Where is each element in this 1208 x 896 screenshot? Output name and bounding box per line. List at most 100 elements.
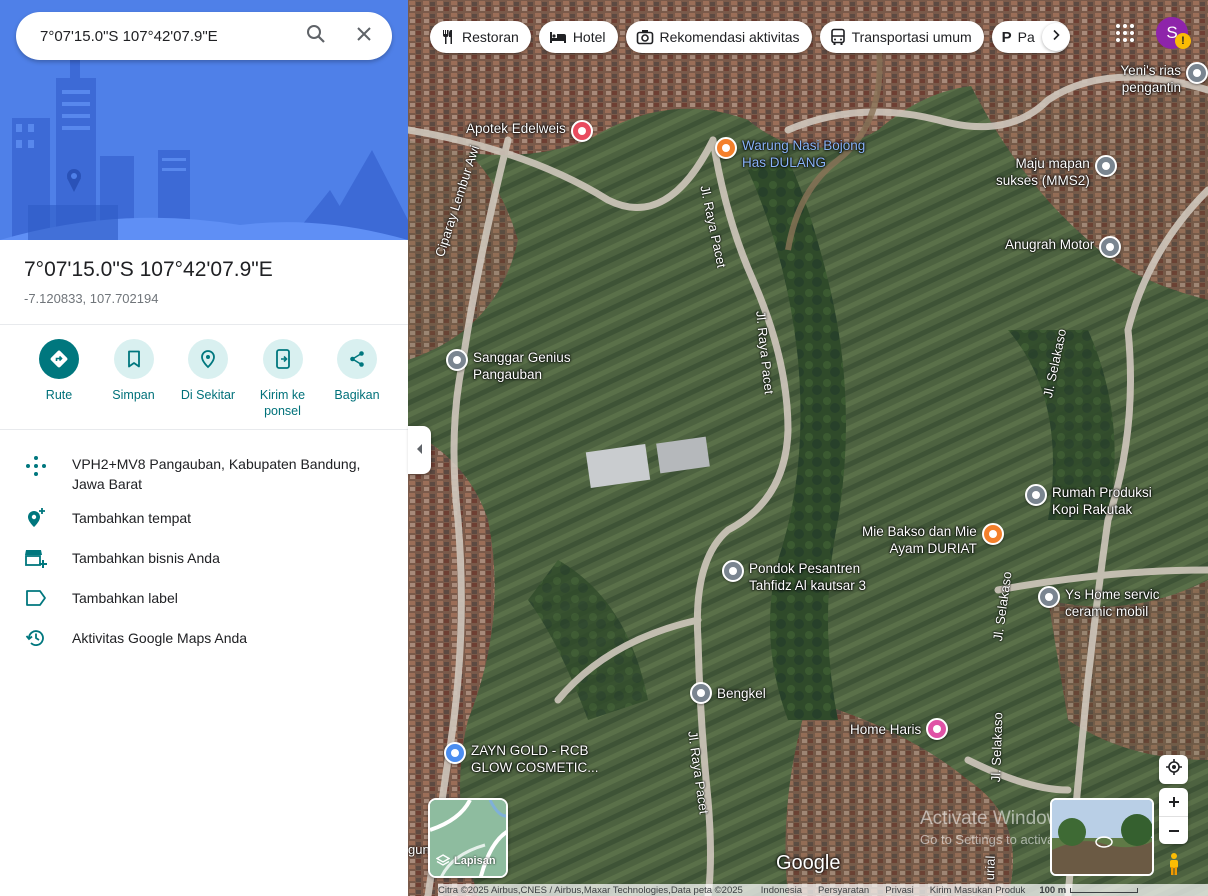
chips-next-button[interactable] <box>1042 23 1070 51</box>
divider <box>0 429 408 430</box>
place-pin-icon <box>446 349 468 371</box>
share-button[interactable]: Bagikan <box>320 339 394 419</box>
action-bar: Rute Simpan Di Sekitar Kirim ke ponsel B… <box>22 339 394 419</box>
chip-rekomendasi-aktivitas[interactable]: Rekomendasi aktivitas <box>625 21 812 53</box>
scale-bar[interactable]: 100 m <box>1039 885 1139 896</box>
place-panel: 7°07'15.0"S 107°42'07.9"E 7°07'15.0"S 10… <box>0 0 408 896</box>
poi-anugrah-motor[interactable]: Anugrah Motor <box>1005 236 1122 258</box>
chip-hotel[interactable]: Hotel <box>538 21 618 53</box>
place-pin-icon <box>1099 236 1122 258</box>
poi-bengkel[interactable]: Bengkel <box>690 682 766 704</box>
bed-icon <box>549 30 567 44</box>
shopping-bag-icon <box>444 742 466 764</box>
poi-label: Sanggar Genius Pangauban <box>473 350 571 382</box>
poi-zayn-gold[interactable]: ZAYN GOLD - RCB GLOW COSMETIC... <box>444 742 599 776</box>
action-label: Simpan <box>112 388 155 402</box>
layers-icon <box>436 854 450 868</box>
add-location-icon <box>24 506 48 530</box>
crosshair-icon <box>1165 758 1183 781</box>
school-icon <box>722 560 744 582</box>
add-business-icon <box>24 546 48 570</box>
send-to-phone-button[interactable]: Kirim ke ponsel <box>246 339 320 419</box>
nearby-search-icon <box>188 339 228 379</box>
share-icon <box>337 339 377 379</box>
search-input[interactable]: 7°07'15.0"S 107°42'07.9"E <box>16 28 292 45</box>
search-box: 7°07'15.0"S 107°42'07.9"E <box>16 12 392 60</box>
bookmark-icon <box>113 339 154 379</box>
my-location-button[interactable] <box>1159 755 1188 784</box>
divider <box>0 324 408 325</box>
road-label: urial <box>982 855 998 881</box>
poi-label: Anugrah Motor <box>1005 237 1095 252</box>
search-icon <box>306 24 326 49</box>
terms-link[interactable]: Persyaratan <box>818 885 869 896</box>
map-footer: Citra ©2025 Airbus,CNES / Airbus,Maxar T… <box>438 884 1208 896</box>
history-icon <box>24 626 48 650</box>
add-label-row[interactable]: Tambahkan label <box>0 580 408 620</box>
pegman-icon <box>1170 853 1178 875</box>
street-view-thumbnail[interactable] <box>1050 798 1154 876</box>
add-business-row[interactable]: Tambahkan bisnis Anda <box>0 540 408 580</box>
directions-icon <box>39 339 79 379</box>
poi-label: Mie Bakso dan Mie Ayam DURIAT <box>862 524 977 556</box>
action-label: Rute <box>45 388 73 402</box>
collapse-panel-button[interactable] <box>408 426 431 474</box>
layers-button[interactable]: Lapisan <box>428 798 508 878</box>
plus-code-row[interactable]: VPH2+MV8 Pangauban, Kabupaten Bandung, J… <box>0 446 408 494</box>
place-pin-icon <box>690 682 712 704</box>
search-button[interactable] <box>292 12 340 60</box>
add-business-text: Tambahkan bisnis Anda <box>72 550 220 566</box>
apps-grid-icon <box>1113 24 1137 49</box>
zoom-controls <box>1159 788 1188 844</box>
chip-transportasi-umum[interactable]: Transportasi umum <box>819 21 984 53</box>
poi-rumah-produksi-kopi[interactable]: Rumah Produksi Kopi Rakutak <box>1025 484 1152 518</box>
privacy-link[interactable]: Privasi <box>885 885 914 896</box>
poi-apotek-edelweis[interactable]: Apotek Edelweis <box>466 120 593 142</box>
poi-yeni-rias-pengantin[interactable]: Yeni's rias pengantin <box>1066 62 1208 96</box>
place-coordinates: -7.120833, 107.702194 <box>24 291 159 306</box>
minus-icon <box>1168 829 1179 832</box>
layers-label: Lapisan <box>454 855 496 867</box>
chip-restoran[interactable]: Restoran <box>430 21 531 53</box>
poi-warung-nasi-bojong[interactable]: Warung Nasi Bojong Has DULANG <box>715 137 865 171</box>
poi-pondok-pesantren[interactable]: Pondok Pesantren Tahfidz Al kautsar 3 <box>722 560 866 594</box>
fork-knife-icon <box>440 29 456 45</box>
poi-label: Warung Nasi Bojong Has DULANG <box>742 138 866 170</box>
camera-icon <box>636 29 654 45</box>
poi-sanggar-genius[interactable]: Sanggar Genius Pangauban <box>446 349 571 383</box>
action-label: Di Sekitar <box>180 388 236 402</box>
chevron-right-icon <box>1050 28 1062 46</box>
road-label: gun <box>408 842 430 857</box>
category-chips: Restoran Hotel Rekomendasi aktivitas Tra… <box>430 21 1070 53</box>
google-apps-button[interactable] <box>1113 21 1137 45</box>
save-button[interactable]: Simpan <box>97 339 171 419</box>
restaurant-icon <box>981 523 1004 545</box>
parking-icon: P <box>1001 28 1012 46</box>
poi-label: Pondok Pesantren Tahfidz Al kautsar 3 <box>749 561 867 593</box>
clear-search-button[interactable] <box>340 12 388 60</box>
plus-code-text: VPH2+MV8 Pangauban, Kabupaten Bandung, J… <box>72 456 361 492</box>
poi-maju-mapan-sukses[interactable]: Maju mapan sukses (MMS2) <box>996 155 1117 189</box>
action-label: Bagikan <box>334 388 380 402</box>
google-logo: Google <box>776 852 841 874</box>
nearby-button[interactable]: Di Sekitar <box>171 339 245 419</box>
road-label: Jl. Selakaso <box>988 711 1006 783</box>
poi-home-haris[interactable]: Home Haris <box>850 718 949 740</box>
maps-activity-text: Aktivitas Google Maps Anda <box>72 630 248 646</box>
poi-mie-bakso-duriat[interactable]: Mie Bakso dan Mie Ayam DURIAT <box>862 523 1004 557</box>
maps-activity-row[interactable]: Aktivitas Google Maps Anda <box>0 620 408 660</box>
zoom-in-button[interactable] <box>1159 788 1188 816</box>
place-pin-icon <box>1025 484 1047 506</box>
add-place-row[interactable]: Tambahkan tempat <box>0 500 408 540</box>
hotel-icon <box>926 718 949 740</box>
zoom-out-button[interactable] <box>1159 816 1188 844</box>
action-label: Kirim ke ponsel <box>259 388 306 418</box>
country-link[interactable]: Indonesia <box>761 885 802 896</box>
route-button[interactable]: Rute <box>22 339 96 419</box>
attribution-text: Citra ©2025 Airbus,CNES / Airbus,Maxar T… <box>438 884 743 896</box>
feedback-link[interactable]: Kirim Masukan Produk <box>930 885 1026 896</box>
pegman-street-view-button[interactable] <box>1162 852 1186 876</box>
pharmacy-icon <box>570 120 593 142</box>
poi-ys-home-service[interactable]: Ys Home servic ceramic mobil <box>1038 586 1160 620</box>
add-label-text: Tambahkan label <box>72 590 178 606</box>
